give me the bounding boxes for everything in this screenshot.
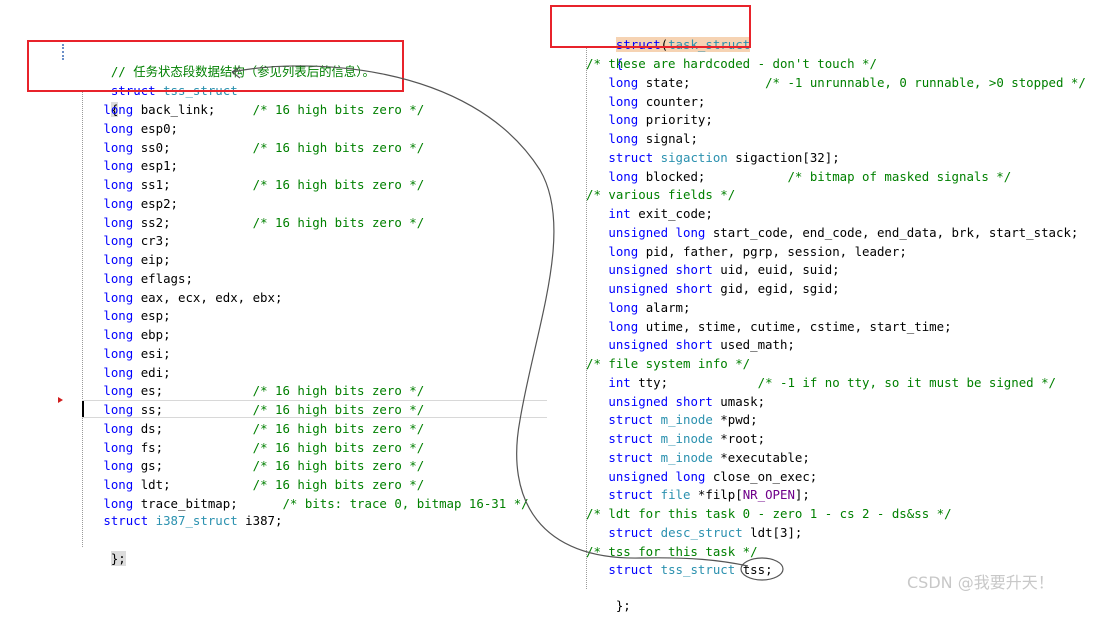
tss-circle	[740, 557, 784, 581]
annotation-arrow	[231, 65, 784, 581]
connector-curve	[231, 65, 749, 567]
csdn-watermark: CSDN @我要升天！	[907, 573, 1054, 592]
arrow-head	[231, 66, 241, 79]
